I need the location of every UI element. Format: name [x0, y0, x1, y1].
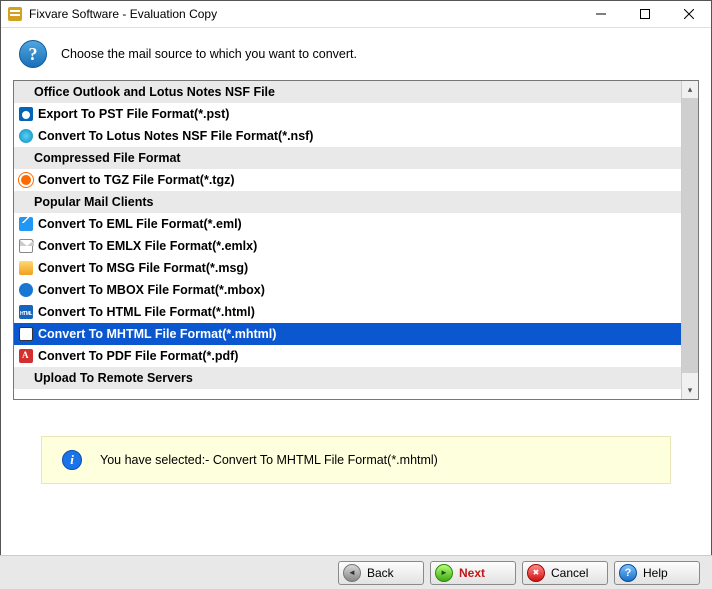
- mhtml-icon: [18, 326, 34, 342]
- format-option[interactable]: Convert To EML File Format(*.eml): [14, 213, 681, 235]
- back-label: Back: [367, 566, 394, 580]
- group-header: Popular Mail Clients: [14, 191, 681, 213]
- format-option[interactable]: Convert To HTML File Format(*.html): [14, 301, 681, 323]
- next-icon: [435, 564, 453, 582]
- format-option[interactable]: Convert To EMLX File Format(*.emlx): [14, 235, 681, 257]
- group-header: Upload To Remote Servers: [14, 367, 681, 389]
- format-option[interactable]: Convert To MBOX File Format(*.mbox): [14, 279, 681, 301]
- close-button[interactable]: [667, 1, 711, 27]
- window-title: Fixvare Software - Evaluation Copy: [29, 7, 579, 21]
- minimize-button[interactable]: [579, 1, 623, 27]
- format-option[interactable]: Convert To MSG File Format(*.msg): [14, 257, 681, 279]
- format-label: Convert To EMLX File Format(*.emlx): [38, 239, 257, 253]
- format-option[interactable]: Convert to TGZ File Format(*.tgz): [14, 169, 681, 191]
- scroll-up-button[interactable]: [682, 81, 698, 98]
- scroll-thumb[interactable]: [682, 98, 698, 373]
- format-label: Convert To MBOX File Format(*.mbox): [38, 283, 265, 297]
- app-icon: [7, 6, 23, 22]
- eml-icon: [18, 216, 34, 232]
- msg-icon: [18, 260, 34, 276]
- cancel-icon: [527, 564, 545, 582]
- help-button[interactable]: Help: [614, 561, 700, 585]
- format-label: Convert to TGZ File Format(*.tgz): [38, 173, 235, 187]
- cancel-label: Cancel: [551, 566, 588, 580]
- format-option[interactable]: Convert To MHTML File Format(*.mhtml): [14, 323, 681, 345]
- format-label: Convert To HTML File Format(*.html): [38, 305, 255, 319]
- back-icon: [343, 564, 361, 582]
- emlx-icon: [18, 238, 34, 254]
- outlook-icon: [18, 106, 34, 122]
- scroll-down-button[interactable]: [682, 382, 698, 399]
- window-controls: [579, 1, 711, 27]
- nsf-icon: [18, 128, 34, 144]
- next-button[interactable]: Next: [430, 561, 516, 585]
- next-label: Next: [459, 566, 485, 580]
- help-icon: ?: [19, 40, 47, 68]
- html-icon: [18, 304, 34, 320]
- instruction-text: Choose the mail source to which you want…: [61, 47, 357, 61]
- instruction-bar: ? Choose the mail source to which you wa…: [1, 28, 711, 80]
- format-option[interactable]: Convert To PDF File Format(*.pdf): [14, 345, 681, 367]
- group-header: Office Outlook and Lotus Notes NSF File: [14, 81, 681, 103]
- format-label: Convert To EML File Format(*.eml): [38, 217, 242, 231]
- format-label: Convert To MSG File Format(*.msg): [38, 261, 248, 275]
- format-label: Export To PST File Format(*.pst): [38, 107, 229, 121]
- cancel-button[interactable]: Cancel: [522, 561, 608, 585]
- titlebar: Fixvare Software - Evaluation Copy: [1, 1, 711, 28]
- scrollbar[interactable]: [681, 81, 698, 399]
- help-round-icon: [619, 564, 637, 582]
- footer: Back Next Cancel Help: [0, 555, 712, 589]
- tgz-icon: [18, 172, 34, 188]
- status-value: Convert To MHTML File Format(*.mhtml): [213, 453, 438, 467]
- back-button[interactable]: Back: [338, 561, 424, 585]
- format-list: Office Outlook and Lotus Notes NSF File E…: [13, 80, 699, 400]
- maximize-button[interactable]: [623, 1, 667, 27]
- format-option[interactable]: Convert To Lotus Notes NSF File Format(*…: [14, 125, 681, 147]
- format-label: Convert To MHTML File Format(*.mhtml): [38, 327, 276, 341]
- format-label: Convert To Lotus Notes NSF File Format(*…: [38, 129, 313, 143]
- pdf-icon: [18, 348, 34, 364]
- format-option[interactable]: Export To PST File Format(*.pst): [14, 103, 681, 125]
- status-box: i You have selected:- Convert To MHTML F…: [41, 436, 671, 484]
- info-icon: i: [62, 450, 82, 470]
- group-header: Compressed File Format: [14, 147, 681, 169]
- status-text: You have selected:- Convert To MHTML Fil…: [100, 453, 438, 467]
- status-prefix: You have selected:-: [100, 453, 213, 467]
- help-label: Help: [643, 566, 668, 580]
- format-label: Convert To PDF File Format(*.pdf): [38, 349, 238, 363]
- mbox-icon: [18, 282, 34, 298]
